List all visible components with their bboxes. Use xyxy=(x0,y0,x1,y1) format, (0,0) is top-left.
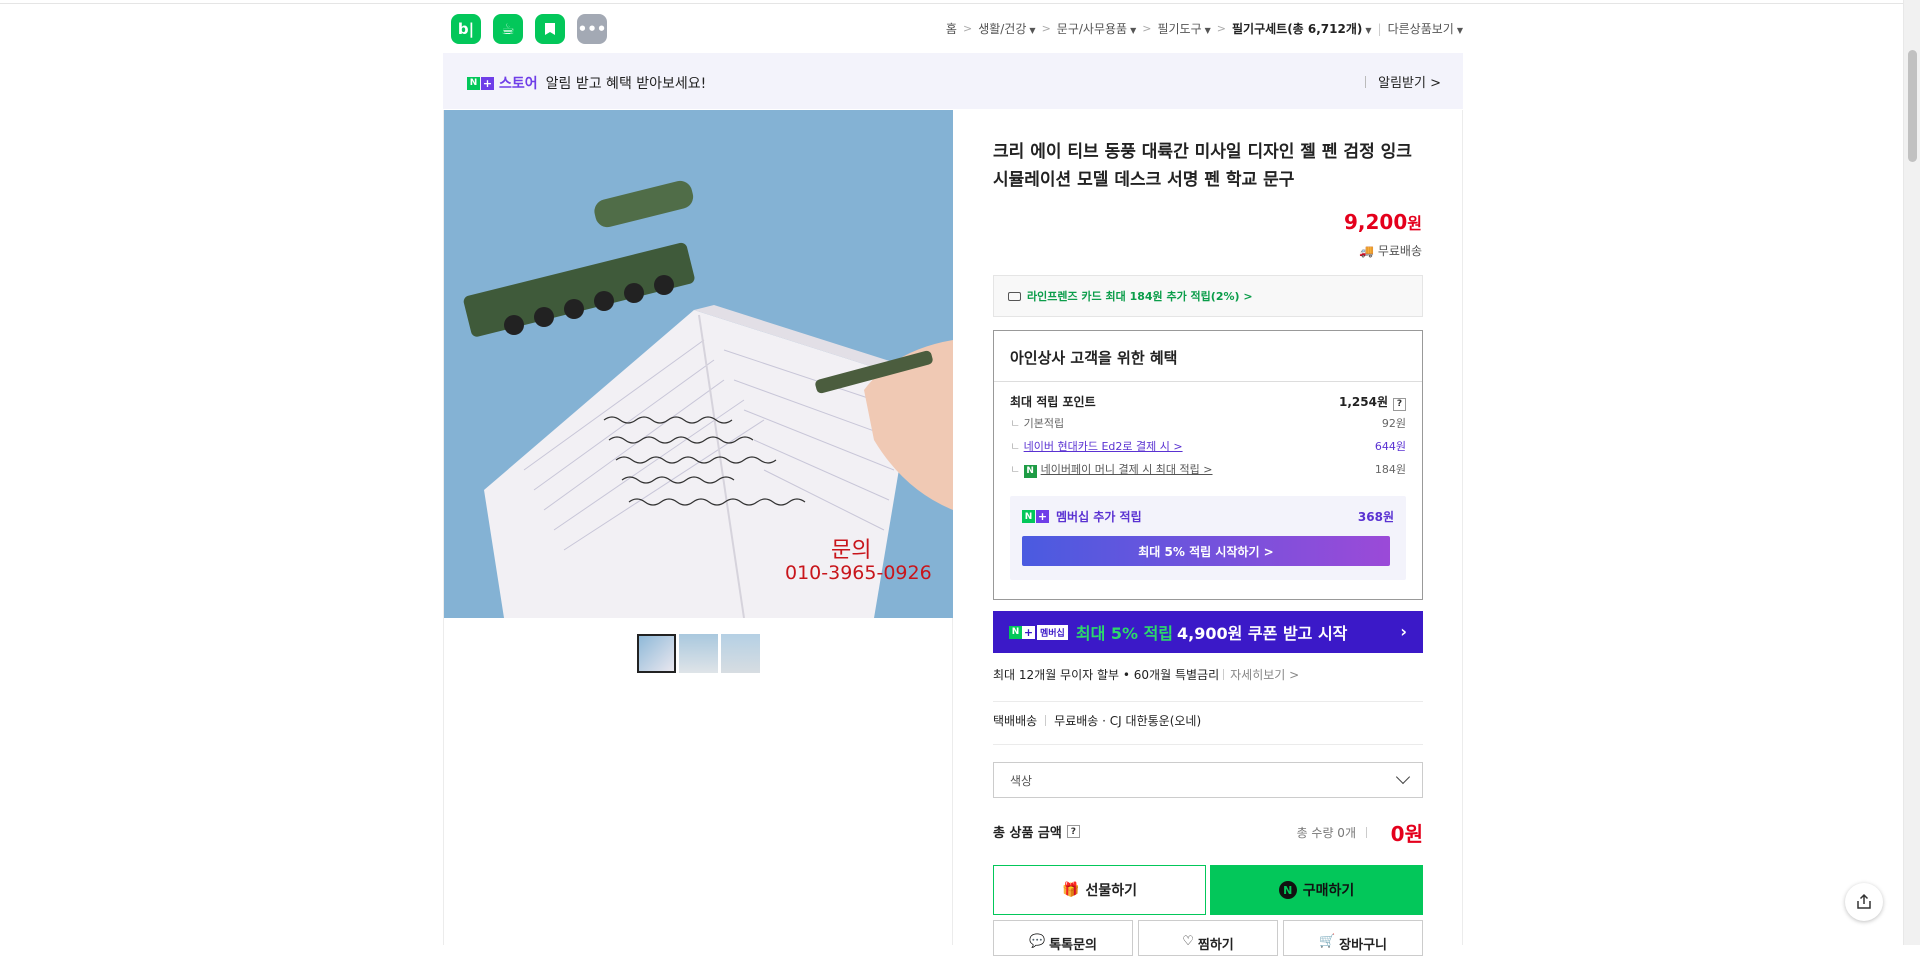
divider: | xyxy=(1377,21,1382,36)
card-benefit-link[interactable]: 라인프렌즈 카드 최대 184원 추가 적립(2%) > xyxy=(993,275,1423,317)
cart-icon: 🛒 xyxy=(1318,934,1336,949)
naver-n-icon: N xyxy=(1023,464,1037,478)
product-title: 크리 에이 티브 동풍 대륙간 미사일 디자인 젤 펜 검정 잉크 시뮬레이션 … xyxy=(993,142,1412,190)
inquiry-overlay-title: 문의 xyxy=(831,538,872,563)
breadcrumb-sep-icon: > xyxy=(1041,22,1051,35)
plus-icon: + xyxy=(481,76,494,90)
breadcrumb-writing-tools[interactable]: 필기도구 ▼ xyxy=(1157,20,1210,37)
breadcrumb-home[interactable]: 홈 xyxy=(946,20,957,37)
buy-button[interactable]: N 구매하기 xyxy=(1210,865,1423,915)
total-price: 0원 xyxy=(1390,822,1423,846)
naver-pay-icon: N xyxy=(1278,881,1297,899)
breadcrumb-stationery[interactable]: 문구/사무용품 ▼ xyxy=(1057,20,1136,37)
total-quantity: 총 수량 0개 xyxy=(1297,824,1367,841)
benefit-heading: 아인상사 고객을 위한 혜택 xyxy=(1010,349,1178,367)
hyundai-card-link[interactable]: 네이버 현대카드 Ed2로 결제 시 > xyxy=(1024,440,1183,453)
basic-points-row: 기본적립92원 xyxy=(1010,415,1406,431)
product-price: 9,200원 xyxy=(1344,210,1422,234)
wish-button[interactable]: ♡ 찜하기 xyxy=(1138,920,1278,956)
color-option-select[interactable]: 색상 xyxy=(993,762,1423,798)
gift-icon: 🎁 xyxy=(1062,882,1080,898)
purchase-buttons: 🎁 선물하기 N 구매하기 xyxy=(993,865,1423,915)
product-detail-panel: 크리 에이 티브 동풍 대륙간 미사일 디자인 젤 펜 검정 잉크 시뮬레이션 … xyxy=(953,110,1463,956)
max-points-row: 최대 적립 포인트 1,254원? xyxy=(1010,393,1406,411)
membership-coupon-banner[interactable]: N + 멤버십 최대 5% 적립 4,900원 쿠폰 받고 시작 › xyxy=(993,611,1423,653)
membership-tag: 멤버십 xyxy=(1037,624,1068,640)
delivery-info: 택배배송 무료배송 · CJ 대한통운(오네) xyxy=(993,714,1202,728)
breadcrumb-sep-icon: > xyxy=(962,22,973,35)
cart-button[interactable]: 🛒 장바구니 xyxy=(1283,920,1423,956)
help-icon[interactable]: ? xyxy=(1393,397,1406,411)
vertical-scrollbar[interactable] xyxy=(1903,0,1920,945)
more-apps-icon[interactable]: ••• xyxy=(577,14,607,44)
thumbnail-3[interactable] xyxy=(721,634,760,673)
caret-down-icon: ▼ xyxy=(1204,26,1211,35)
inquiry-overlay-phone: 010-3965-0926 xyxy=(785,562,932,584)
product-photo-illustration xyxy=(444,110,953,618)
help-icon[interactable]: ? xyxy=(1066,825,1080,838)
thumbnail-strip xyxy=(637,634,760,673)
banner-text: 4,900원 쿠폰 받고 시작 xyxy=(1177,624,1348,643)
membership-box: N + 멤버십 추가 적립 368원 최대 5% 적립 시작하기 > xyxy=(1010,496,1406,580)
membership-value: 368원 xyxy=(1357,510,1394,524)
truck-icon: 🚚 xyxy=(1359,244,1378,258)
naverpay-money-points-row: N네이버페이 머니 결제 시 최대 적립 >184원 xyxy=(1010,461,1406,478)
breadcrumb-sep-icon: > xyxy=(1142,22,1152,35)
caret-down-icon: ▼ xyxy=(1130,26,1137,35)
secondary-buttons: 💬 톡톡문의 ♡ 찜하기 🛒 장바구니 xyxy=(993,920,1423,956)
divider xyxy=(993,744,1423,745)
membership-start-button[interactable]: 최대 5% 적립 시작하기 > xyxy=(1022,536,1390,566)
membership-label: N + 멤버십 추가 적립 xyxy=(1022,508,1142,525)
bookmark-icon[interactable] xyxy=(535,14,565,44)
store-label: 스토어 xyxy=(499,76,538,92)
plus-icon: + xyxy=(1036,510,1049,523)
chevron-right-icon: › xyxy=(1400,622,1407,641)
notice-text: 알림 받고 혜택 받아보세요! xyxy=(545,76,707,92)
breadcrumb-sep-icon: > xyxy=(1216,22,1226,35)
share-icon[interactable] xyxy=(1845,883,1883,921)
store-notice-bar: N + 스토어 알림 받고 혜택 받아보세요! 알림받기 > xyxy=(443,53,1463,109)
subscribe-alert-button[interactable]: 알림받기 > xyxy=(1365,72,1441,91)
total-label: 총 상품 금액? xyxy=(993,822,1080,841)
breadcrumb: 홈 > 생활/건강 ▼ > 문구/사무용품 ▼ > 필기도구 ▼ > 필기구세트(총 … xyxy=(946,20,1463,37)
naver-n-icon: N xyxy=(1009,625,1022,639)
customer-benefit-box: 아인상사 고객을 위한 혜택 최대 적립 포인트 1,254원? 기본적립92원… xyxy=(993,330,1423,600)
heart-icon: ♡ xyxy=(1182,934,1194,949)
thumbnail-2[interactable] xyxy=(679,634,718,673)
chevron-down-icon xyxy=(1395,769,1411,785)
plus-icon: + xyxy=(1022,625,1035,639)
hyundai-card-points-row: 네이버 현대카드 Ed2로 결제 시 >644원 xyxy=(1010,438,1406,454)
blog-icon[interactable]: b| xyxy=(451,14,481,44)
scrollbar-thumb[interactable] xyxy=(1908,50,1917,162)
product-main-image[interactable]: 문의 010-3965-0926 xyxy=(444,110,953,618)
caret-down-icon: ▼ xyxy=(1365,26,1372,35)
installment-info: 최대 12개월 무이자 할부 • 60개월 특별금리 자세히보기 > xyxy=(993,668,1300,682)
chat-icon: 💬 xyxy=(1028,934,1046,949)
gift-button[interactable]: 🎁 선물하기 xyxy=(993,865,1206,915)
naver-n-icon: N xyxy=(1022,510,1035,523)
divider xyxy=(994,381,1422,382)
product-page: b| ☕ ••• 홈 > 생활/건강 ▼ > 문구/사무용품 ▼ > 필기도구 ▼ >… xyxy=(443,0,1463,956)
page-header: b| ☕ ••• 홈 > 생활/건강 ▼ > 문구/사무용품 ▼ > 필기도구 ▼ >… xyxy=(443,12,1463,44)
breadcrumb-pen-sets[interactable]: 필기구세트(총 6,712개) ▼ xyxy=(1232,20,1372,37)
total-price-row: 총 상품 금액? 총 수량 0개 0원 xyxy=(993,818,1423,846)
product-gallery: 문의 010-3965-0926 xyxy=(443,110,953,945)
banner-accent-text: 최대 5% 적립 xyxy=(1075,624,1174,643)
installment-details-link[interactable]: 자세히보기 > xyxy=(1223,668,1299,682)
thumbnail-1[interactable] xyxy=(637,634,676,673)
talk-inquiry-button[interactable]: 💬 톡톡문의 xyxy=(993,920,1133,956)
credit-card-icon xyxy=(1008,291,1021,301)
other-products-link[interactable]: 다른상품보기 ▼ xyxy=(1388,20,1463,37)
caret-down-icon: ▼ xyxy=(1456,26,1463,35)
breadcrumb-health[interactable]: 생활/건강 ▼ xyxy=(978,20,1035,37)
cafe-icon[interactable]: ☕ xyxy=(493,14,523,44)
free-shipping-label: 🚚 무료배송 xyxy=(1359,244,1422,258)
naver-n-icon: N xyxy=(467,76,480,90)
app-icons: b| ☕ ••• xyxy=(451,14,607,44)
caret-down-icon: ▼ xyxy=(1029,26,1036,35)
divider xyxy=(993,701,1423,702)
naver-plus-store-logo: N + 스토어 알림 받고 혜택 받아보세요! xyxy=(467,73,706,93)
naverpay-money-link[interactable]: 네이버페이 머니 결제 시 최대 적립 > xyxy=(1041,463,1213,476)
